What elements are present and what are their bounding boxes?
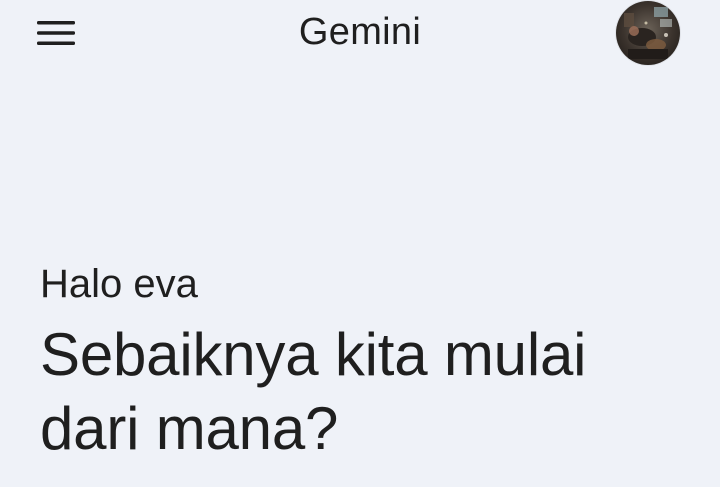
profile-avatar[interactable] <box>616 1 680 65</box>
avatar-image <box>616 1 680 65</box>
headline-prompt: Sebaiknya kita mulai dari mana? <box>40 321 587 462</box>
app-title: Gemini <box>298 11 422 53</box>
greeting-text: Halo eva <box>40 262 198 306</box>
top-app-bar: Gemini <box>0 0 720 70</box>
